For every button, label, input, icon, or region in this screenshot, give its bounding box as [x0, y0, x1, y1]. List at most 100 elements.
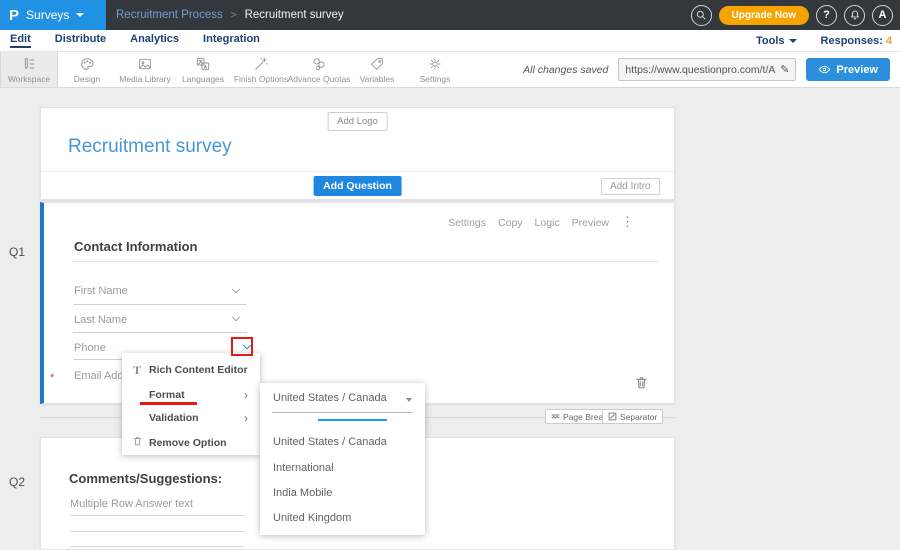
required-asterisk: * — [50, 372, 54, 384]
format-option-india-mobile[interactable]: India Mobile — [273, 487, 332, 499]
toolbar-item-advance-quotas[interactable]: Advance Quotas — [290, 52, 348, 87]
surveys-menu-label: Surveys — [26, 8, 69, 22]
variables-icon — [369, 56, 385, 72]
field-dropdown-first-name[interactable] — [229, 284, 243, 298]
question-heading[interactable]: Comments/Suggestions: — [69, 471, 222, 486]
surveys-menu[interactable]: P Surveys — [0, 0, 106, 30]
field-options-context-menu: T Rich Content Editor Format › Validatio… — [122, 353, 260, 455]
topbar: P Surveys Recruitment Process > Recruitm… — [0, 0, 900, 30]
field-label-phone[interactable]: Phone — [74, 342, 106, 354]
notifications-button[interactable] — [844, 5, 865, 26]
responses-label: Responses: — [821, 35, 883, 47]
format-select[interactable]: United States / Canada — [273, 392, 413, 404]
select-focus-bar — [318, 419, 387, 421]
field-underline — [73, 332, 247, 333]
search-button[interactable] — [691, 5, 712, 26]
annotation-highlight-box — [231, 337, 253, 356]
survey-url: https://www.questionpro.com/t/APNrFZ — [625, 64, 776, 76]
question-number-q1: Q1 — [9, 245, 25, 259]
toolbar-item-variables[interactable]: Variables — [348, 52, 406, 87]
add-question-button[interactable]: Add Question — [313, 176, 402, 196]
tools-dropdown[interactable]: Tools — [756, 35, 797, 47]
separator-button[interactable]: Separator — [602, 409, 663, 424]
format-option-us-canada[interactable]: United States / Canada — [273, 436, 387, 448]
question-heading[interactable]: Contact Information — [74, 239, 198, 254]
chevron-right-icon: › — [244, 388, 248, 402]
preview-button[interactable]: Preview — [806, 58, 890, 81]
field-label-first-name[interactable]: First Name — [74, 285, 128, 297]
delete-question-button[interactable] — [634, 375, 649, 391]
chevron-right-icon: › — [244, 411, 248, 425]
select-underline — [272, 412, 413, 413]
bell-icon — [849, 9, 861, 21]
tab-integration[interactable]: Integration — [203, 33, 260, 48]
answer-underline — [70, 515, 244, 516]
chevron-down-icon — [789, 39, 797, 43]
tab-distribute[interactable]: Distribute — [55, 33, 106, 48]
questionpro-survey-editor: P Surveys Recruitment Process > Recruitm… — [0, 0, 900, 550]
separator-icon — [608, 412, 617, 421]
rich-text-icon: T — [130, 363, 144, 378]
format-option-international[interactable]: International — [273, 462, 334, 474]
survey-canvas: Add Logo Recruitment survey Add Question… — [0, 88, 900, 550]
breadcrumb-separator: > — [231, 10, 237, 21]
breadcrumb-current: Recruitment survey — [245, 9, 344, 21]
add-intro-button[interactable]: Add Intro — [601, 178, 660, 195]
toolbar-item-media-library[interactable]: Media Library — [116, 52, 174, 87]
question-settings-link[interactable]: Settings — [448, 217, 486, 229]
survey-url-field[interactable]: https://www.questionpro.com/t/APNrFZ ✎ — [618, 58, 796, 81]
toolbar-item-languages[interactable]: Languages — [174, 52, 232, 87]
workspace-icon — [21, 56, 37, 72]
page-break-icon — [551, 412, 560, 421]
breadcrumb-folder[interactable]: Recruitment Process — [116, 9, 223, 21]
question-preview-link[interactable]: Preview — [572, 217, 609, 229]
menu-item-rich-content-editor[interactable]: T Rich Content Editor — [122, 357, 260, 383]
add-logo-button[interactable]: Add Logo — [327, 112, 388, 131]
format-option-united-kingdom[interactable]: United Kingdom — [273, 512, 351, 524]
answer-underline — [70, 546, 244, 547]
question-copy-link[interactable]: Copy — [498, 217, 523, 229]
media-library-icon — [137, 56, 153, 72]
trash-icon — [634, 375, 649, 390]
chevron-down-icon — [229, 284, 243, 298]
tab-edit[interactable]: Edit — [10, 33, 31, 48]
toolbar-right: All changes saved https://www.questionpr… — [523, 52, 900, 87]
divider — [41, 171, 674, 172]
survey-header-card: Add Logo Recruitment survey Add Question… — [40, 107, 675, 200]
avatar[interactable]: A — [872, 5, 893, 26]
kebab-menu-icon[interactable]: ⋮ — [621, 214, 634, 230]
responses-link[interactable]: Responses: 4 — [821, 35, 892, 47]
edit-url-icon[interactable]: ✎ — [780, 63, 789, 76]
settings-icon — [427, 56, 443, 72]
toolbar-item-finish-options[interactable]: Finish Options — [232, 52, 290, 87]
toolbar-item-workspace[interactable]: Workspace — [0, 52, 58, 87]
field-label-last-name[interactable]: Last Name — [74, 314, 127, 326]
tab-analytics[interactable]: Analytics — [130, 33, 179, 48]
search-icon — [695, 9, 707, 21]
survey-title[interactable]: Recruitment survey — [68, 136, 232, 158]
format-submenu-panel: United States / Canada United States / C… — [260, 383, 425, 535]
questionpro-logo: P — [9, 8, 19, 23]
save-status: All changes saved — [523, 64, 608, 76]
nav-tabs: Edit Distribute Analytics Integration — [0, 33, 260, 48]
toolbar-item-settings[interactable]: Settings — [406, 52, 464, 87]
main-nav: Edit Distribute Analytics Integration To… — [0, 30, 900, 52]
answer-underline — [70, 531, 244, 532]
divider — [72, 261, 658, 262]
topbar-actions: Upgrade Now ? A — [691, 5, 900, 26]
question-logic-link[interactable]: Logic — [535, 217, 560, 229]
upgrade-now-button[interactable]: Upgrade Now — [719, 6, 809, 25]
multirow-answer-placeholder[interactable]: Multiple Row Answer text — [70, 498, 193, 510]
field-dropdown-last-name[interactable] — [229, 312, 243, 326]
toolbar-item-design[interactable]: Design — [58, 52, 116, 87]
help-button[interactable]: ? — [816, 5, 837, 26]
advance-quotas-icon — [311, 56, 327, 72]
menu-item-validation[interactable]: Validation › — [122, 407, 260, 429]
question-number-q2: Q2 — [9, 475, 25, 489]
chevron-down-icon — [229, 312, 243, 326]
finish-options-icon — [253, 56, 269, 72]
question-actions: Settings Copy Logic Preview — [448, 217, 609, 229]
menu-item-remove-option[interactable]: Remove Option — [122, 431, 260, 455]
eye-icon — [818, 63, 831, 76]
tools-label: Tools — [756, 35, 785, 47]
